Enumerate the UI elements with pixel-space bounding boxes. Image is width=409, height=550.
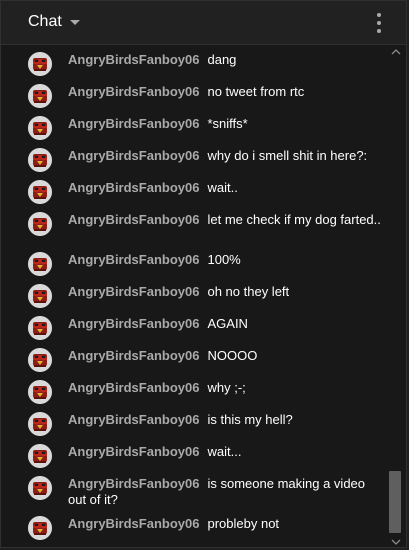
- message-content: AngryBirdsFanboy06 wait...: [68, 444, 386, 460]
- message-content: AngryBirdsFanboy06 is someone making a vi…: [68, 476, 386, 508]
- message-text: probleby not: [207, 516, 280, 531]
- avatar[interactable]: [28, 412, 52, 436]
- message-text: why do i smell shit in here?:: [207, 148, 368, 163]
- author-name[interactable]: AngryBirdsFanboy06: [68, 516, 199, 531]
- author-name[interactable]: AngryBirdsFanboy06: [68, 252, 199, 267]
- message-text: AGAIN: [207, 316, 248, 331]
- message-text: is this my hell?: [207, 412, 293, 427]
- scroll-down-arrow-icon[interactable]: [391, 539, 401, 545]
- avatar[interactable]: [28, 444, 52, 468]
- chat-title: Chat: [28, 13, 62, 30]
- avatar[interactable]: [28, 148, 52, 172]
- author-name[interactable]: AngryBirdsFanboy06: [68, 284, 199, 299]
- message-content: AngryBirdsFanboy06 let me check if my dog…: [68, 212, 386, 228]
- author-name[interactable]: AngryBirdsFanboy06: [68, 316, 199, 331]
- scroll-thumb[interactable]: [389, 471, 401, 533]
- author-name[interactable]: AngryBirdsFanboy06: [68, 444, 199, 459]
- author-name[interactable]: AngryBirdsFanboy06: [68, 52, 199, 67]
- chat-scrollbar[interactable]: [388, 45, 404, 547]
- message-content: AngryBirdsFanboy06 *sniffs*: [68, 116, 386, 132]
- author-name[interactable]: AngryBirdsFanboy06: [68, 348, 199, 363]
- chat-message-list[interactable]: AngryBirdsFanboy06 dang AngryBirdsFanboy06…: [1, 45, 387, 547]
- chat-header: Chat: [1, 1, 406, 45]
- message-content: AngryBirdsFanboy06 dang: [68, 52, 386, 68]
- author-name[interactable]: AngryBirdsFanboy06: [68, 148, 199, 163]
- avatar[interactable]: [28, 212, 52, 236]
- message-content: AngryBirdsFanboy06 NOOOO: [68, 348, 386, 364]
- message-content: AngryBirdsFanboy06 is this my hell?: [68, 412, 386, 428]
- author-name[interactable]: AngryBirdsFanboy06: [68, 116, 199, 131]
- message-content: AngryBirdsFanboy06 why ;-;: [68, 380, 386, 396]
- author-name[interactable]: AngryBirdsFanboy06: [68, 412, 199, 427]
- message-text: let me check if my dog farted..: [207, 212, 381, 227]
- scroll-up-arrow-icon[interactable]: [391, 49, 401, 55]
- avatar[interactable]: [28, 380, 52, 404]
- avatar[interactable]: [28, 284, 52, 308]
- live-chat-panel: Chat AngryBirdsFanboy06 dang AngryBirdsFan…: [0, 0, 407, 548]
- message-content: AngryBirdsFanboy06 probleby not: [68, 516, 386, 532]
- avatar[interactable]: [28, 252, 52, 276]
- avatar[interactable]: [28, 348, 52, 372]
- avatar[interactable]: [28, 52, 52, 76]
- message-content: AngryBirdsFanboy06 100%: [68, 252, 386, 268]
- author-name[interactable]: AngryBirdsFanboy06: [68, 212, 199, 227]
- message-content: AngryBirdsFanboy06 wait..: [68, 180, 386, 196]
- author-name[interactable]: AngryBirdsFanboy06: [68, 180, 199, 195]
- author-name[interactable]: AngryBirdsFanboy06: [68, 476, 199, 491]
- avatar[interactable]: [28, 476, 52, 500]
- caret-down-icon: [69, 20, 80, 25]
- chat-mode-dropdown[interactable]: Chat: [28, 12, 80, 32]
- message-text: wait...: [207, 444, 242, 459]
- avatar[interactable]: [28, 316, 52, 340]
- message-text: NOOOO: [207, 348, 258, 363]
- message-content: AngryBirdsFanboy06 no tweet from rtc: [68, 84, 386, 100]
- avatar[interactable]: [28, 180, 52, 204]
- message-content: AngryBirdsFanboy06 oh no they left: [68, 284, 386, 300]
- avatar[interactable]: [28, 516, 52, 540]
- avatar[interactable]: [28, 116, 52, 140]
- message-content: AngryBirdsFanboy06 AGAIN: [68, 316, 386, 332]
- message-text: no tweet from rtc: [207, 84, 305, 99]
- message-content: AngryBirdsFanboy06 why do i smell shit in…: [68, 148, 386, 164]
- message-text: wait..: [207, 180, 238, 195]
- message-text: *sniffs*: [207, 116, 248, 131]
- message-text: dang: [207, 52, 237, 67]
- author-name[interactable]: AngryBirdsFanboy06: [68, 380, 199, 395]
- avatar[interactable]: [28, 84, 52, 108]
- author-name[interactable]: AngryBirdsFanboy06: [68, 84, 199, 99]
- message-text: oh no they left: [207, 284, 290, 299]
- message-text: why ;-;: [207, 380, 246, 395]
- more-vert-icon[interactable]: [376, 13, 382, 33]
- message-text: 100%: [207, 252, 241, 267]
